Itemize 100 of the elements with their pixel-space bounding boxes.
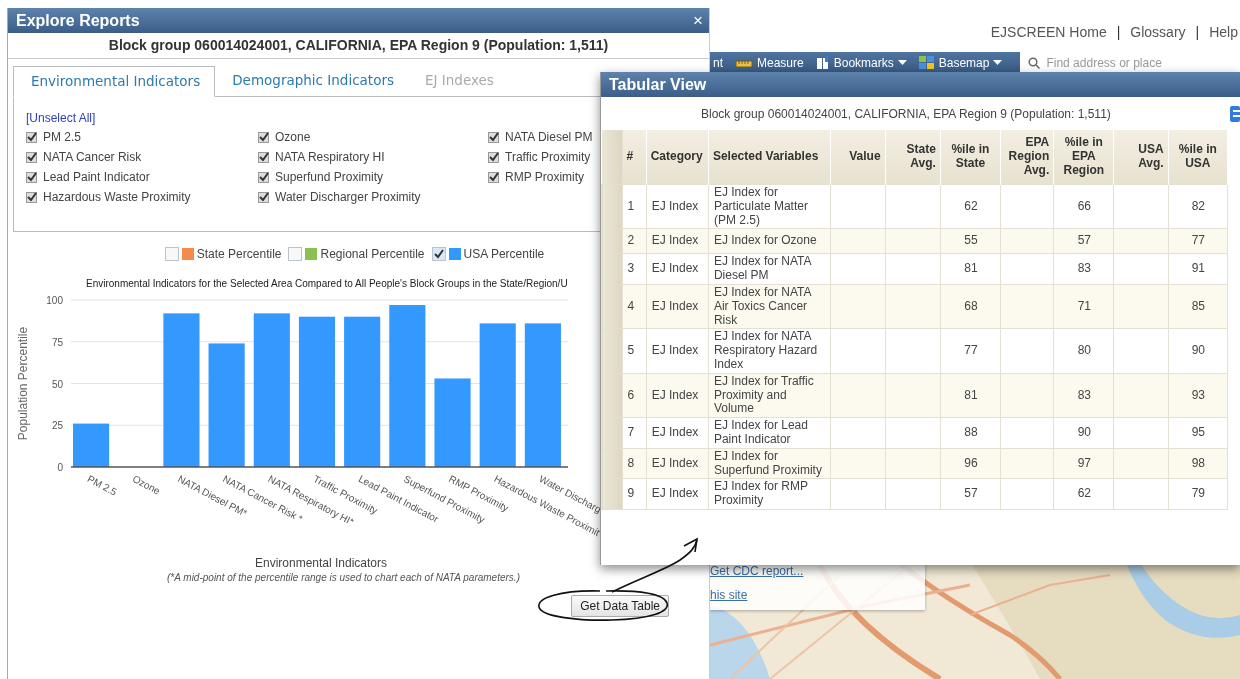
table-cell: EJ Index <box>646 253 709 285</box>
checkbox-label: NATA Diesel PM <box>505 130 593 144</box>
popup-link[interactable]: Get CDC report... <box>710 564 804 578</box>
table-cell: 90 <box>1168 328 1228 374</box>
column-header[interactable]: Selected Variables <box>708 130 831 185</box>
table-cell: 93 <box>1168 373 1228 418</box>
table-cell: 79 <box>1168 478 1228 510</box>
check-icon <box>433 249 444 259</box>
close-button[interactable]: × <box>693 12 703 29</box>
check-icon <box>258 192 269 202</box>
table-cell: EJ Index <box>646 417 709 449</box>
check-icon <box>258 172 269 182</box>
checkbox-label: Superfund Proximity <box>275 170 384 184</box>
check-icon <box>488 172 499 182</box>
check-icon <box>488 132 499 142</box>
get-data-table-button[interactable]: Get Data Table <box>571 595 669 617</box>
checkbox[interactable] <box>488 151 499 163</box>
toolbar-button[interactable]: Measure <box>735 56 804 70</box>
tab[interactable]: Environmental Indicators <box>13 66 216 97</box>
table-cell: 97 <box>1053 448 1114 479</box>
checkbox-label: Traffic Proximity <box>505 150 591 164</box>
table-cell: 66 <box>1053 184 1114 229</box>
table-cell: 9 <box>622 478 647 510</box>
table-cell: EJ Index <box>646 448 709 479</box>
table-cell: EJ Index for RMP Proximity <box>708 478 831 510</box>
column-header[interactable]: %ile in EPA Region <box>1053 130 1114 185</box>
separator: | <box>1115 24 1122 40</box>
column-header[interactable]: EPA Region Avg. <box>1000 130 1054 185</box>
checkbox[interactable] <box>258 151 269 163</box>
table-cell: EJ Index for NATA Respiratory Hazard Index <box>708 328 831 374</box>
checkbox[interactable] <box>488 171 499 183</box>
legend-label: USA Percentile <box>463 247 545 261</box>
toolbar-button[interactable]: Bookmarks <box>815 56 907 70</box>
check-icon <box>26 192 37 202</box>
grid-icon <box>918 56 935 70</box>
column-header[interactable]: USA Avg. <box>1114 130 1169 185</box>
axis-tick-label: 50 <box>51 378 63 390</box>
nav-link[interactable]: EJSCREEN Home <box>990 24 1107 40</box>
popup-link[interactable]: his site <box>710 588 748 602</box>
table-cell: EJ Index for Superfund Proximity <box>708 448 831 479</box>
table-cell: EJ Index for Lead Paint Indicator <box>708 417 831 449</box>
table-cell: 85 <box>1168 284 1228 329</box>
check-icon <box>258 152 269 162</box>
axis-tick-label: 0 <box>57 462 63 473</box>
axis-tick-label: 75 <box>51 336 63 348</box>
column-header[interactable]: %ile in State <box>940 130 1001 185</box>
search-field[interactable]: Find address or place <box>1020 52 1240 74</box>
table-cell: EJ Index for Particulate Matter (PM 2.5) <box>708 184 831 229</box>
checkbox[interactable] <box>258 191 269 203</box>
axis-tick-label: PM 2.5 <box>85 473 119 498</box>
table-cell: EJ Index for Traffic Proximity and Volume <box>708 373 831 418</box>
table-cell: 82 <box>1168 184 1228 229</box>
checkbox[interactable] <box>26 151 37 163</box>
checkbox[interactable] <box>26 171 37 183</box>
checkbox[interactable] <box>26 191 37 203</box>
nav-link[interactable]: Help <box>1209 24 1238 40</box>
table-cell: 81 <box>940 253 1001 285</box>
axis-tick-label: 25 <box>51 420 63 432</box>
table-cell: 91 <box>1168 253 1228 285</box>
table-cell: 95 <box>1168 417 1228 449</box>
checkbox-label: Lead Paint Indicator <box>43 170 150 184</box>
table-cell: EJ Index for NATA Diesel PM <box>708 253 831 285</box>
axis-tick-label: 100 <box>46 295 63 306</box>
report-subtitle: Block group 060014024001, CALIFORNIA, EPA Region 9 (Population: 1,511) <box>8 33 709 59</box>
check-icon <box>258 132 269 142</box>
column-header[interactable]: State Avg. <box>885 130 941 185</box>
book-icon <box>815 56 830 70</box>
table-cell: 1 <box>622 184 647 229</box>
table-cell: 71 <box>1053 284 1114 329</box>
column-header[interactable]: Value <box>830 130 886 185</box>
axis-title: Population Percentile <box>16 326 30 441</box>
table-cell: 81 <box>940 373 1001 418</box>
column-header[interactable]: # <box>622 130 647 185</box>
table-cell: 77 <box>940 328 1001 374</box>
checkbox[interactable] <box>258 131 269 143</box>
checkbox-label: NATA Cancer Risk <box>43 150 142 164</box>
tab[interactable]: Demographic Indicators <box>215 66 408 97</box>
bar <box>73 423 110 467</box>
checkbox-label: NATA Respiratory HI <box>275 150 385 164</box>
unselect-all-link[interactable]: [Unselect All] <box>26 111 96 125</box>
checkbox[interactable] <box>488 131 499 143</box>
table-cell: EJ Index <box>646 184 709 229</box>
checkbox-label: Hazardous Waste Proximity <box>43 190 191 204</box>
nav-link[interactable]: Glossary <box>1130 24 1186 40</box>
checkbox[interactable] <box>26 131 37 143</box>
toolbar-button[interactable]: Basemap <box>918 56 1003 70</box>
table-cell: 3 <box>622 253 647 285</box>
column-header[interactable]: Category <box>646 130 709 185</box>
column-header[interactable]: %ile in USA <box>1168 130 1228 185</box>
checkbox[interactable] <box>258 171 269 183</box>
table-cell: 5 <box>622 328 647 374</box>
checkbox-label: Ozone <box>275 130 311 144</box>
toolbar-button[interactable]: nt <box>713 56 723 70</box>
check-icon <box>26 152 37 162</box>
table-cell: 62 <box>940 184 1001 229</box>
checkbox-label: RMP Proximity <box>505 170 585 184</box>
table-cell: 98 <box>1168 448 1228 479</box>
table-cell: EJ Index <box>646 328 709 374</box>
table-cell: EJ Index for Ozone <box>708 228 831 254</box>
table-subtitle: Block group 060014024001, CALIFORNIA, EPA Region 9 (Population: 1,511) <box>701 106 1111 121</box>
